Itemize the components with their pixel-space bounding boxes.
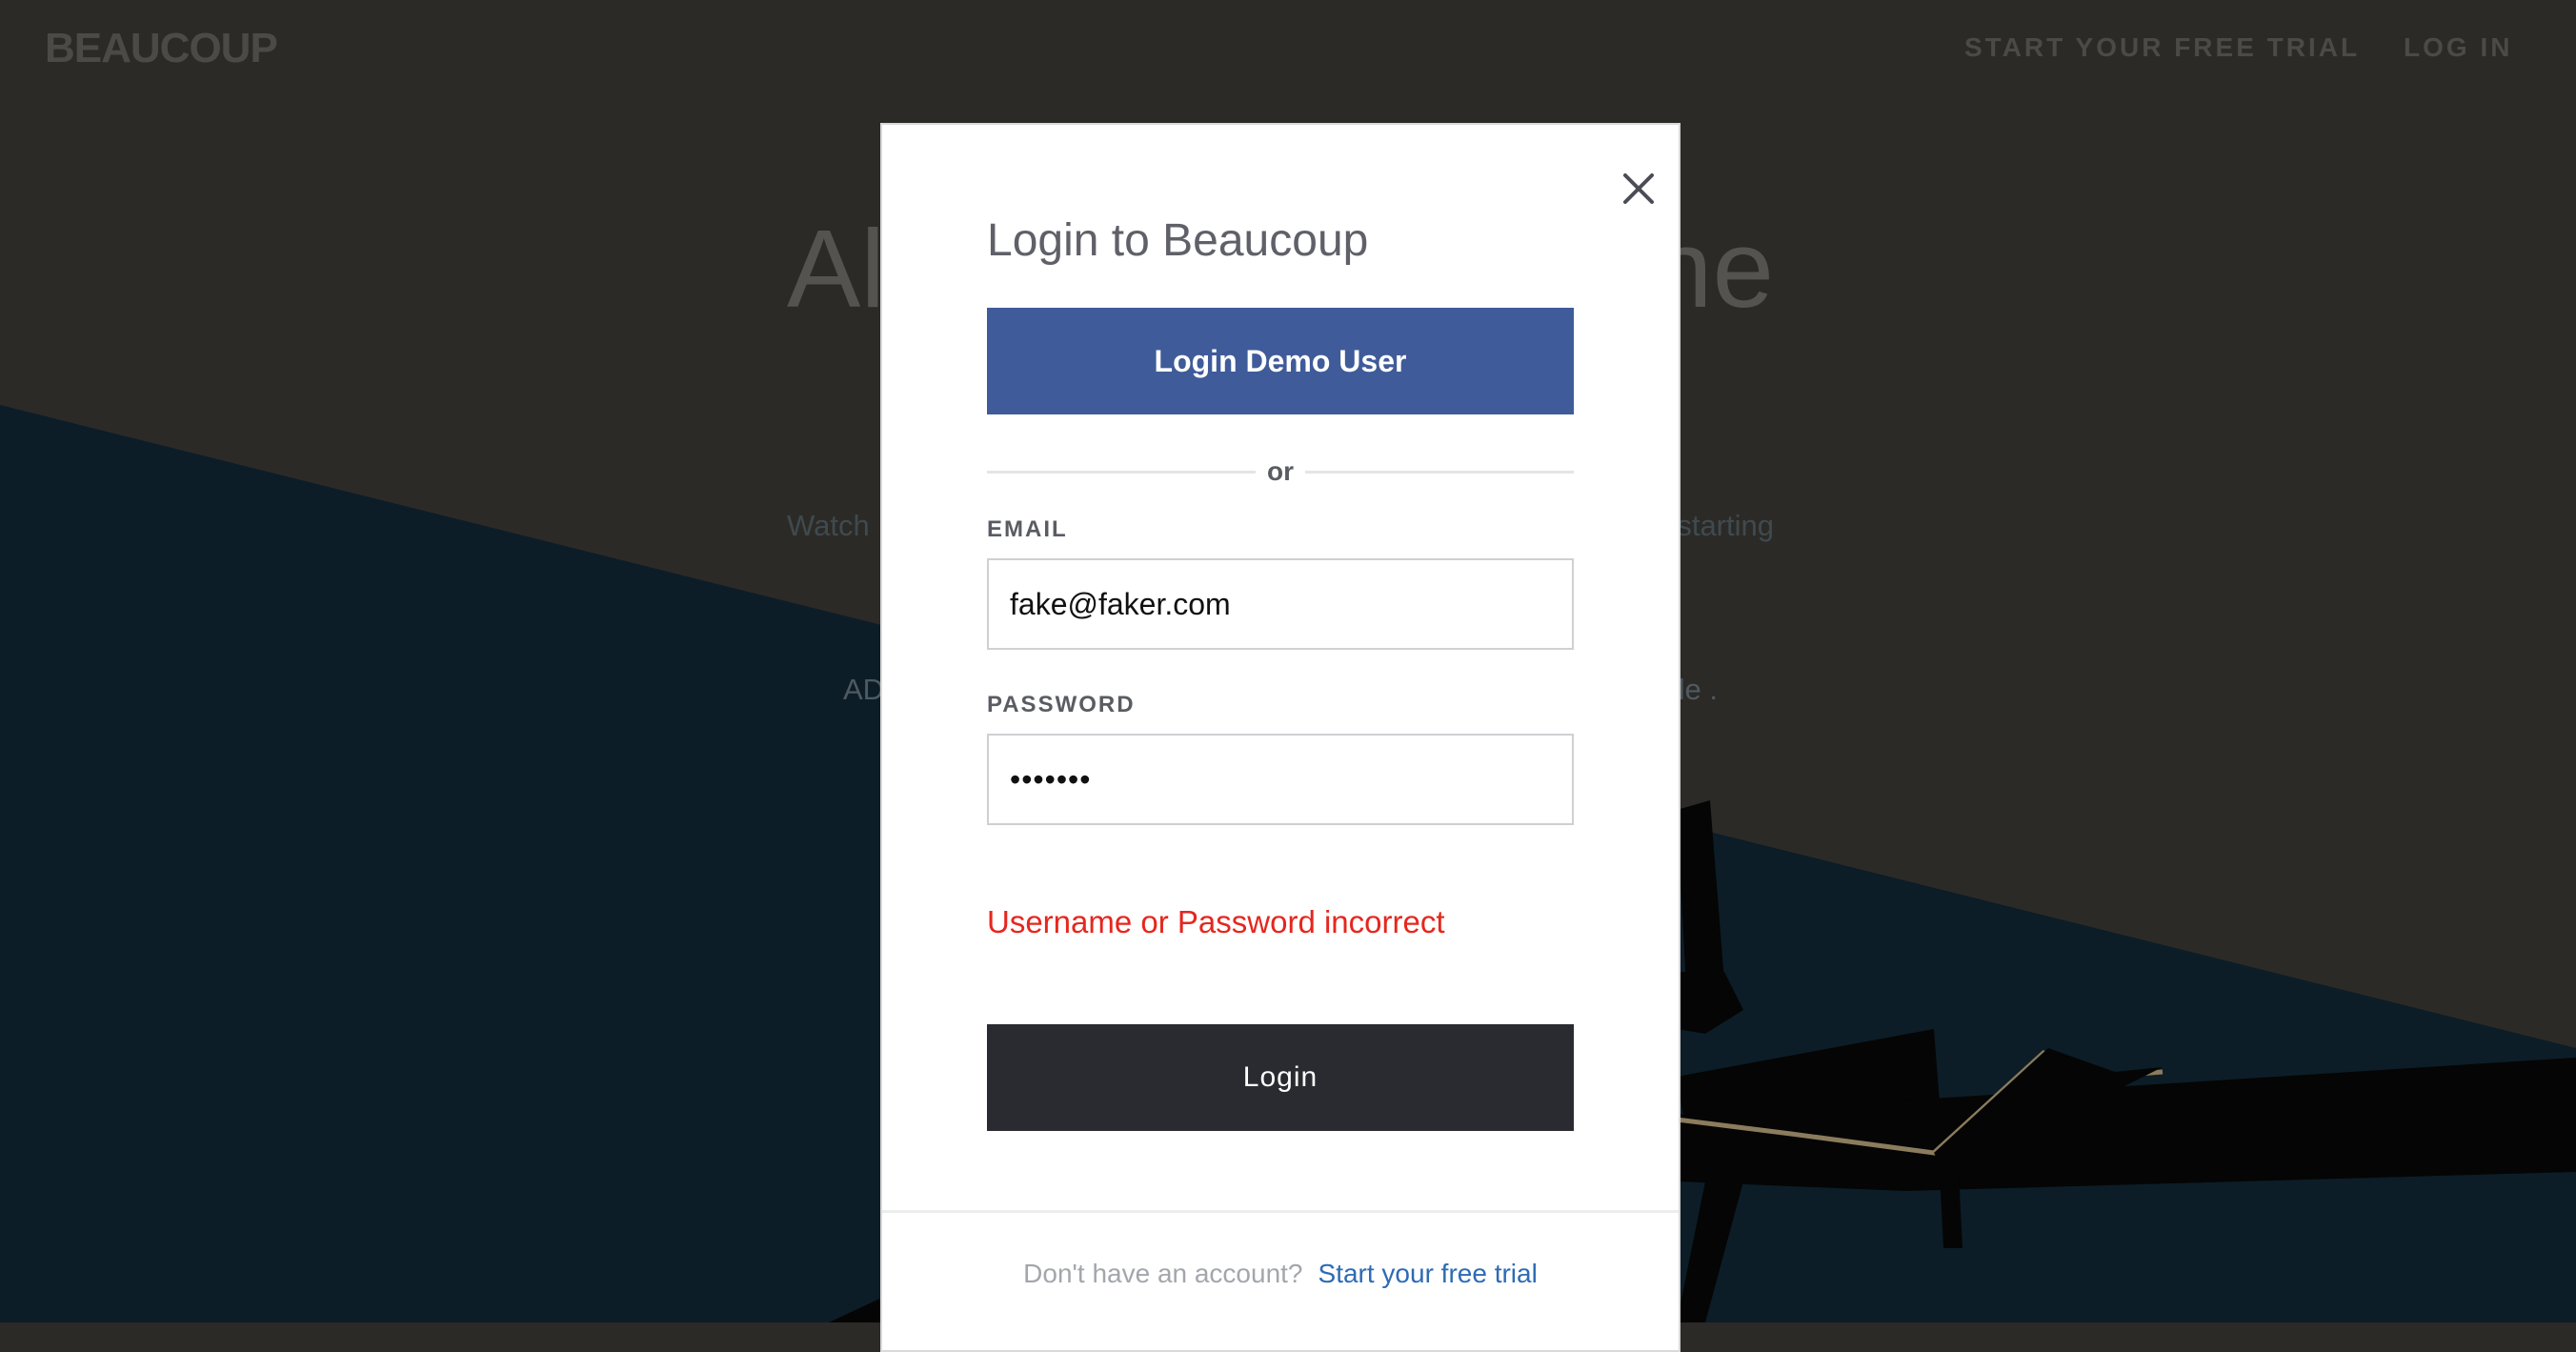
divider-line-right	[1305, 470, 1574, 474]
close-icon	[1623, 173, 1654, 204]
footer-divider	[882, 1210, 1679, 1213]
hero-cta-left: AD	[843, 673, 885, 706]
start-free-trial-footer-link[interactable]: Start your free trial	[1318, 1259, 1538, 1289]
close-button[interactable]	[1619, 169, 1659, 209]
start-free-trial-link[interactable]: START YOUR FREE TRIAL	[1964, 32, 2360, 63]
modal-footer: Don't have an account? Start your free t…	[882, 1259, 1679, 1289]
login-button[interactable]: Login	[987, 1024, 1574, 1131]
top-navigation: BEAUCOUP START YOUR FREE TRIAL LOG IN	[0, 0, 2576, 95]
footer-question: Don't have an account?	[1023, 1259, 1303, 1288]
login-demo-user-button[interactable]: Login Demo User	[987, 308, 1574, 414]
password-label: PASSWORD	[987, 692, 1136, 717]
error-message: Username or Password incorrect	[987, 904, 1445, 939]
login-modal: Login to Beaucoup Login Demo User or EMA…	[880, 123, 1680, 1352]
divider-text: or	[1267, 456, 1294, 486]
brand-logo[interactable]: BEAUCOUP	[45, 25, 278, 72]
or-divider: or	[987, 453, 1574, 491]
log-in-link[interactable]: LOG IN	[2404, 32, 2512, 63]
hero-subtitle-right: starting	[1677, 509, 1774, 542]
hero-title-left: Al	[787, 207, 886, 331]
email-label: EMAIL	[987, 516, 1068, 542]
hero-subtitle-left: Watch	[787, 509, 870, 542]
hero-cta-right: le .	[1678, 673, 1718, 706]
divider-line-left	[987, 470, 1256, 474]
email-field[interactable]: fake@faker.com	[987, 558, 1574, 650]
password-field[interactable]: •••••••	[987, 734, 1574, 825]
modal-title: Login to Beaucoup	[987, 215, 1369, 266]
